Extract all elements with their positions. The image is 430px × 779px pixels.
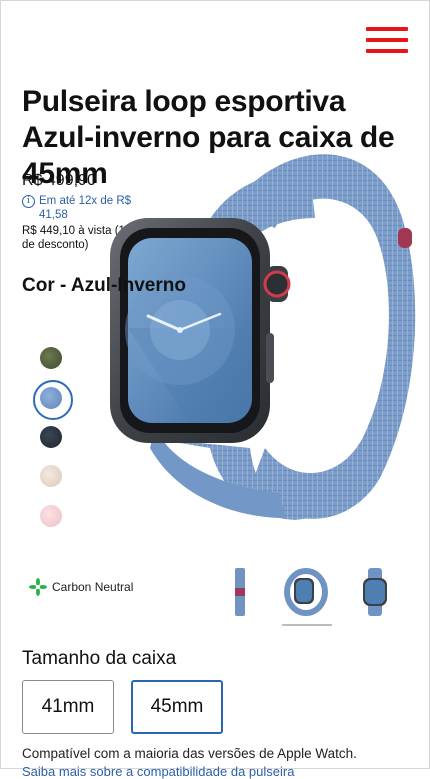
color-swatch-green[interactable]	[40, 347, 62, 369]
size-option-45mm[interactable]: 45mm	[131, 680, 223, 734]
color-swatch-blue[interactable]	[40, 387, 62, 409]
info-icon: i	[22, 195, 35, 208]
carbon-neutral-label: Carbon Neutral	[52, 580, 134, 594]
hamburger-icon[interactable]	[366, 25, 408, 55]
compatibility-text: Compatível com a maioria das versões de …	[22, 746, 357, 761]
size-option-41mm[interactable]: 41mm	[22, 680, 114, 734]
color-swatch-pink[interactable]	[40, 505, 62, 527]
carbon-neutral-icon	[29, 578, 47, 596]
carbon-neutral-badge: Carbon Neutral	[29, 578, 133, 596]
thumbnail-watch-front[interactable]	[360, 568, 390, 616]
gallery-selected-indicator	[282, 624, 332, 626]
color-swatch-navy[interactable]	[40, 426, 62, 448]
color-heading: Cor - Azul-Inverno	[22, 275, 186, 296]
thumbnail-band-loop[interactable]	[284, 568, 328, 616]
thumbnail-band-side[interactable]	[232, 568, 248, 616]
compatibility-link[interactable]: Saiba mais sobre a compatibilidade da pu…	[22, 764, 294, 779]
product-image	[110, 154, 416, 520]
color-swatch-beige[interactable]	[40, 465, 62, 487]
size-heading: Tamanho da caixa	[22, 648, 177, 669]
